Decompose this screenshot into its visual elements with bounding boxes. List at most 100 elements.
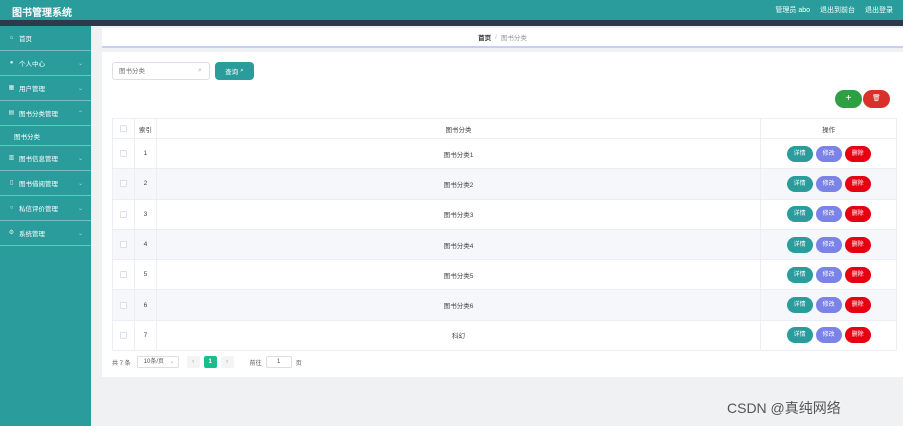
detail-button[interactable]: 详情	[786, 297, 813, 314]
sidebar-item-message[interactable]: ○ 私信评价管理 ⌄	[0, 196, 91, 221]
row-category-name: 科幻	[157, 320, 762, 351]
detail-button[interactable]: 详情	[786, 327, 813, 344]
page-size-select[interactable]: 10条/页 ⌄	[136, 356, 179, 368]
total-count: 共 7 条	[112, 360, 131, 367]
detail-button[interactable]: 详情	[786, 266, 813, 283]
sidebar-subitem-category[interactable]: 图书分类	[0, 126, 91, 146]
current-user: 管理员 abo	[775, 7, 810, 14]
table-row: 1 图书分类1 详情 修改 删除	[113, 139, 897, 170]
sidebar-item-label: 私信评价管理	[19, 206, 58, 213]
row-checkbox[interactable]	[119, 271, 127, 279]
row-checkbox[interactable]	[119, 150, 127, 158]
sidebar-item-label: 图书信息管理	[19, 156, 58, 163]
delete-button[interactable]: 删除	[844, 145, 871, 162]
users-icon: ▦	[8, 84, 15, 91]
pagination: 共 7 条 10条/页 ⌄ ‹ 1 › 前往 1 页	[112, 356, 302, 368]
row-index: 6	[135, 290, 157, 320]
app-title: 图书管理系统	[12, 8, 72, 19]
delete-button[interactable]: 删除	[844, 327, 871, 344]
sidebar-item-book-info[interactable]: ▥ 图书信息管理 ⌄	[0, 146, 91, 171]
watermark: CSDN @真纯网络	[727, 400, 841, 416]
message-icon: ○	[9, 204, 14, 211]
delete-button[interactable]: 删除	[844, 297, 871, 314]
edit-button[interactable]: 修改	[815, 327, 842, 344]
chevron-down-icon: ⌄	[77, 86, 83, 92]
column-header-operations: 操作	[761, 119, 897, 138]
detail-button[interactable]: 详情	[786, 206, 813, 223]
chevron-down-icon: ⌄	[77, 181, 83, 187]
top-header: 图书管理系统 管理员 abo 退出到前台 退出登录	[0, 0, 903, 20]
search-input[interactable]	[112, 62, 210, 80]
category-icon: ▤	[8, 109, 15, 116]
breadcrumb-current: 图书分类	[500, 35, 527, 42]
table-row: 4 图书分类4 详情 修改 删除	[113, 229, 897, 261]
row-category-name: 图书分类4	[157, 229, 762, 260]
back-to-front-link[interactable]: 退出到前台	[820, 5, 855, 15]
sidebar: ⌂ 首页 ● 个人中心 ⌄ ▦ 用户管理 ⌄ ▤ 图书分类管理 ⌃ 图书分类 ▥…	[0, 26, 91, 426]
chevron-down-icon: ⌄	[77, 61, 83, 67]
breadcrumb: 首页 / 图书分类	[102, 28, 903, 48]
row-category-name: 图书分类3	[157, 199, 762, 229]
row-checkbox[interactable]	[119, 180, 127, 188]
chevron-up-icon: ⌃	[77, 111, 83, 117]
logout-link[interactable]: 退出登录	[865, 5, 893, 15]
delete-button[interactable]: 删除	[844, 206, 871, 223]
detail-button[interactable]: 详情	[786, 236, 813, 253]
category-table: 索引 图书分类 操作 1 图书分类1 详情 修改 删除 2 图书分类2 详情 修…	[112, 118, 897, 352]
header-divider	[0, 20, 903, 26]
user-icon: ●	[9, 59, 14, 66]
sidebar-item-users[interactable]: ▦ 用户管理 ⌄	[0, 76, 91, 101]
row-category-name: 图书分类1	[157, 139, 762, 169]
delete-button[interactable]: 删除	[844, 175, 871, 192]
breadcrumb-home[interactable]: 首页	[478, 32, 491, 42]
sidebar-item-label: 图书借阅管理	[19, 181, 58, 188]
book-icon: ▥	[8, 154, 15, 161]
row-checkbox[interactable]	[119, 241, 127, 249]
table-row: 3 图书分类3 详情 修改 删除	[113, 199, 897, 230]
edit-button[interactable]: 修改	[815, 175, 842, 192]
column-header-category: 图书分类	[157, 119, 762, 138]
row-checkbox[interactable]	[119, 331, 127, 339]
sidebar-item-profile[interactable]: ● 个人中心 ⌄	[0, 51, 91, 76]
sidebar-item-home[interactable]: ⌂ 首页	[0, 26, 91, 51]
add-button[interactable]: +	[835, 90, 862, 108]
search-icon: ⌕	[198, 67, 202, 74]
query-button-label: 查询	[225, 69, 239, 76]
sidebar-item-category-mgmt[interactable]: ▤ 图书分类管理 ⌃	[0, 101, 91, 126]
select-all-checkbox[interactable]	[119, 125, 127, 132]
chevron-down-icon: ⌄	[77, 156, 83, 162]
detail-button[interactable]: 详情	[786, 145, 813, 162]
sidebar-item-system[interactable]: ⚙ 系统管理 ⌄	[0, 221, 91, 246]
prev-page-button[interactable]: ‹	[186, 356, 200, 368]
chevron-down-icon: ⌄	[169, 359, 175, 365]
table-header: 索引 图书分类 操作	[113, 119, 897, 139]
page-unit-label: 页	[295, 360, 302, 367]
batch-delete-button[interactable]: 🗑	[863, 90, 890, 108]
borrow-icon: ▯	[9, 179, 14, 186]
row-checkbox[interactable]	[119, 210, 127, 218]
edit-button[interactable]: 修改	[815, 145, 842, 162]
edit-button[interactable]: 修改	[815, 266, 842, 283]
delete-button[interactable]: 删除	[844, 236, 871, 253]
table-row: 2 图书分类2 详情 修改 删除	[113, 169, 897, 200]
sidebar-item-label: 图书分类	[14, 133, 40, 141]
edit-button[interactable]: 修改	[815, 206, 842, 223]
row-category-name: 图书分类6	[157, 290, 762, 320]
table-row: 6 图书分类6 详情 修改 删除	[113, 290, 897, 321]
sidebar-item-label: 用户管理	[19, 86, 45, 93]
sidebar-item-borrow[interactable]: ▯ 图书借阅管理 ⌄	[0, 171, 91, 196]
query-button[interactable]: 查询 ⌕	[215, 62, 254, 80]
page-number-current[interactable]: 1	[203, 356, 217, 368]
search-icon: ⌕	[240, 67, 244, 74]
edit-button[interactable]: 修改	[815, 236, 842, 253]
edit-button[interactable]: 修改	[815, 297, 842, 314]
next-page-button[interactable]: ›	[220, 356, 234, 368]
row-checkbox[interactable]	[119, 301, 127, 309]
goto-page-input[interactable]: 1	[265, 356, 292, 368]
delete-button[interactable]: 删除	[844, 266, 871, 283]
gear-icon: ⚙	[8, 229, 15, 236]
row-index: 7	[135, 320, 157, 351]
detail-button[interactable]: 详情	[786, 175, 813, 192]
row-index: 2	[135, 169, 157, 199]
row-index: 4	[135, 229, 157, 260]
